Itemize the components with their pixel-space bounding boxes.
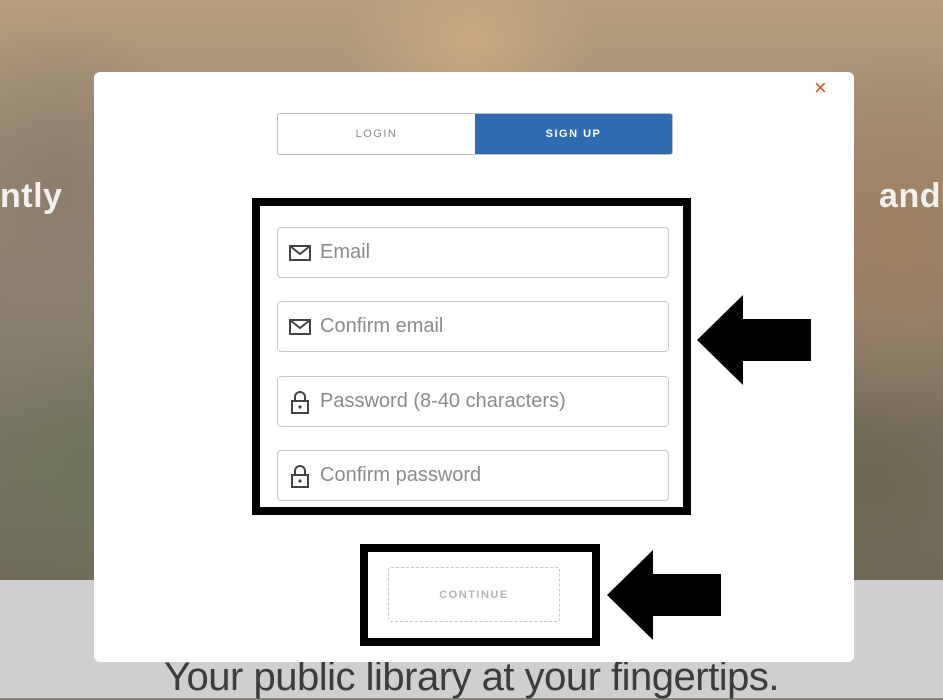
confirm-password-field[interactable] xyxy=(277,450,669,501)
hero-text-right: and xyxy=(879,177,941,215)
password-field[interactable] xyxy=(277,376,669,427)
password-input[interactable] xyxy=(320,390,650,413)
auth-tabs: LOGIN SIGN UP xyxy=(277,113,673,155)
envelope-icon xyxy=(288,241,312,265)
lock-icon xyxy=(288,464,312,488)
lock-icon xyxy=(288,390,312,414)
confirm-email-input[interactable] xyxy=(320,315,650,338)
continue-button[interactable]: CONTINUE xyxy=(388,567,560,622)
email-field[interactable] xyxy=(277,227,669,278)
confirm-email-field[interactable] xyxy=(277,301,669,352)
confirm-password-input[interactable] xyxy=(320,464,650,487)
hero-text-left: ntly xyxy=(0,177,63,215)
envelope-icon xyxy=(288,315,312,339)
arrow-left-icon xyxy=(697,295,811,385)
tab-sign-up[interactable]: SIGN UP xyxy=(475,114,672,154)
tab-login[interactable]: LOGIN xyxy=(278,114,475,154)
arrow-left-icon xyxy=(607,550,721,640)
close-icon[interactable]: × xyxy=(814,76,827,100)
email-input[interactable] xyxy=(320,241,650,264)
